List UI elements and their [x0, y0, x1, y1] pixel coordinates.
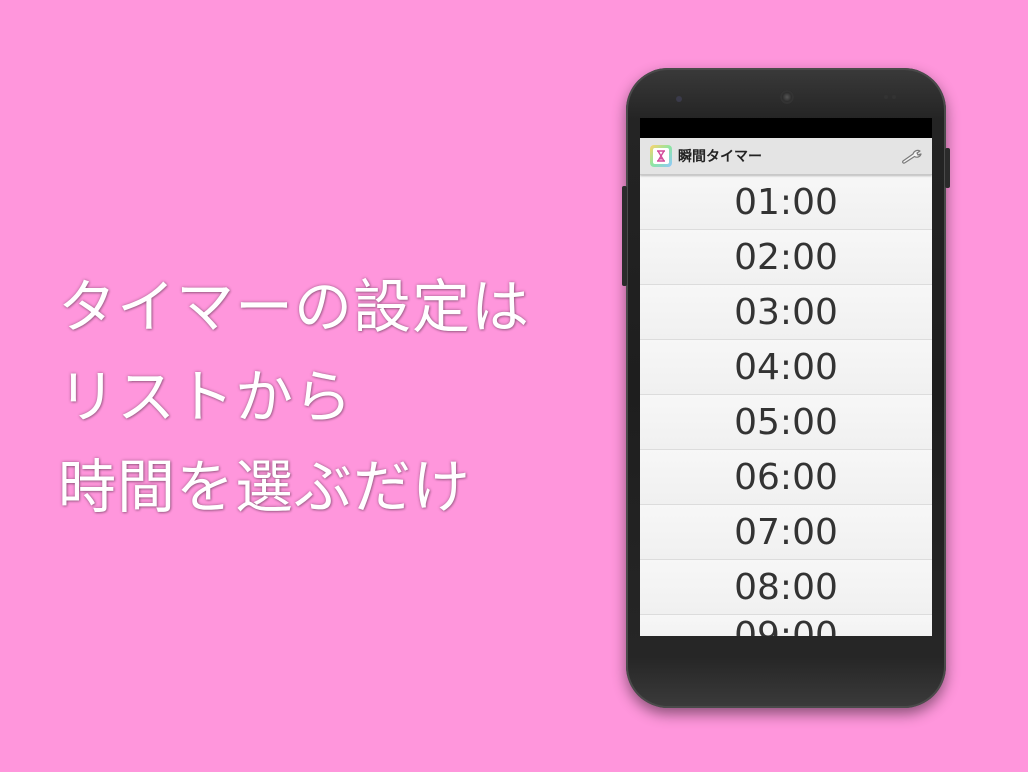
proximity-sensor — [884, 95, 888, 99]
promo-line-3: 時間を選ぶだけ — [58, 453, 472, 521]
timer-item-01[interactable]: 01:00 — [640, 175, 932, 230]
phone-screen: 瞬間タイマー 01:00 02:00 03:00 04:00 05:00 06:… — [640, 118, 932, 636]
timer-item-07[interactable]: 07:00 — [640, 505, 932, 560]
promo-line-2: リストから — [58, 363, 354, 431]
timer-item-06[interactable]: 06:00 — [640, 450, 932, 505]
hourglass-icon[interactable] — [650, 145, 672, 167]
phone-mockup: 瞬間タイマー 01:00 02:00 03:00 04:00 05:00 06:… — [622, 68, 950, 708]
settings-button[interactable] — [898, 143, 924, 169]
timer-item-03[interactable]: 03:00 — [640, 285, 932, 340]
volume-button — [622, 186, 627, 286]
timer-item-08[interactable]: 08:00 — [640, 560, 932, 615]
timer-list: 01:00 02:00 03:00 04:00 05:00 06:00 07:0… — [640, 175, 932, 636]
timer-item-02[interactable]: 02:00 — [640, 230, 932, 285]
promo-line-1: タイマーの設定は — [58, 273, 531, 341]
earpiece-speaker — [780, 90, 794, 104]
timer-item-04[interactable]: 04:00 — [640, 340, 932, 395]
status-bar — [640, 118, 932, 138]
timer-item-05[interactable]: 05:00 — [640, 395, 932, 450]
power-button — [945, 148, 950, 188]
action-bar: 瞬間タイマー — [640, 138, 932, 175]
app-title: 瞬間タイマー — [678, 149, 762, 165]
promo-text: タイマーの設定は リストから 時間を選ぶだけ — [58, 262, 530, 532]
light-sensor — [892, 95, 896, 99]
wrench-icon — [902, 149, 922, 164]
front-camera — [676, 96, 682, 102]
timer-item-09[interactable]: 09:00 — [640, 615, 932, 636]
